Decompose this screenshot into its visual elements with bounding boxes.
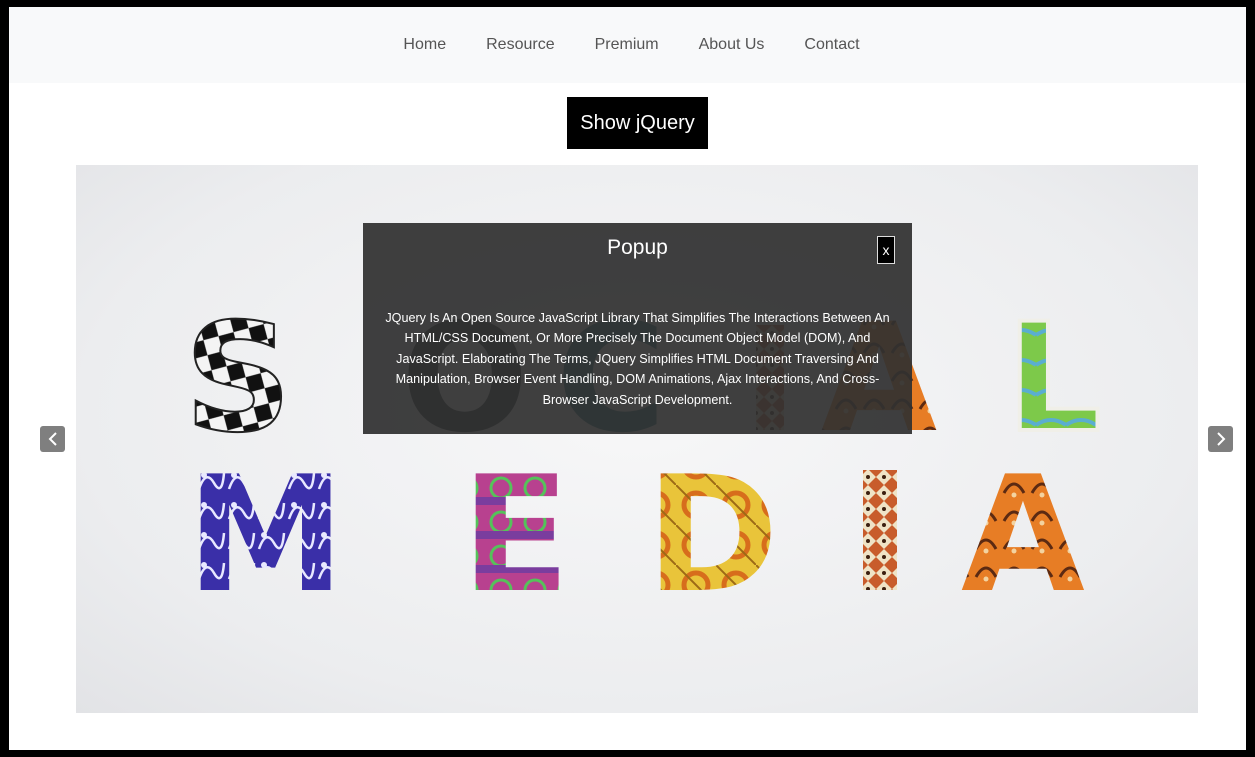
show-jquery-button[interactable]: Show jQuery <box>567 97 708 149</box>
popup-body-text: JQuery Is An Open Source JavaScript Libr… <box>385 311 890 407</box>
nav-about-us-link[interactable]: About Us <box>699 36 765 54</box>
svg-text:S: S <box>184 292 292 466</box>
top-navbar: Home Resource Premium About Us Contact <box>9 7 1246 83</box>
carousel-next-button[interactable] <box>1208 426 1233 452</box>
svg-text:L: L <box>1006 292 1102 466</box>
carousel-prev-button[interactable] <box>40 426 65 452</box>
svg-text:D: D <box>646 441 779 628</box>
popup-title: Popup <box>607 236 668 259</box>
chevron-left-icon <box>48 432 57 446</box>
svg-text:A: A <box>961 441 1085 628</box>
nav-contact-link[interactable]: Contact <box>804 36 859 54</box>
chevron-right-icon <box>1216 432 1225 446</box>
nav-premium-link[interactable]: Premium <box>595 36 659 54</box>
nav-home-link[interactable]: Home <box>403 36 446 54</box>
jquery-popup: Popup x JQuery Is An Open Source JavaScr… <box>363 223 912 434</box>
popup-close-button[interactable]: x <box>877 236 895 264</box>
nav-resource-link[interactable]: Resource <box>486 36 554 54</box>
svg-text:E: E <box>461 441 570 628</box>
svg-text:M: M <box>186 441 345 628</box>
page-frame: Home Resource Premium About Us Contact S… <box>0 0 1255 757</box>
